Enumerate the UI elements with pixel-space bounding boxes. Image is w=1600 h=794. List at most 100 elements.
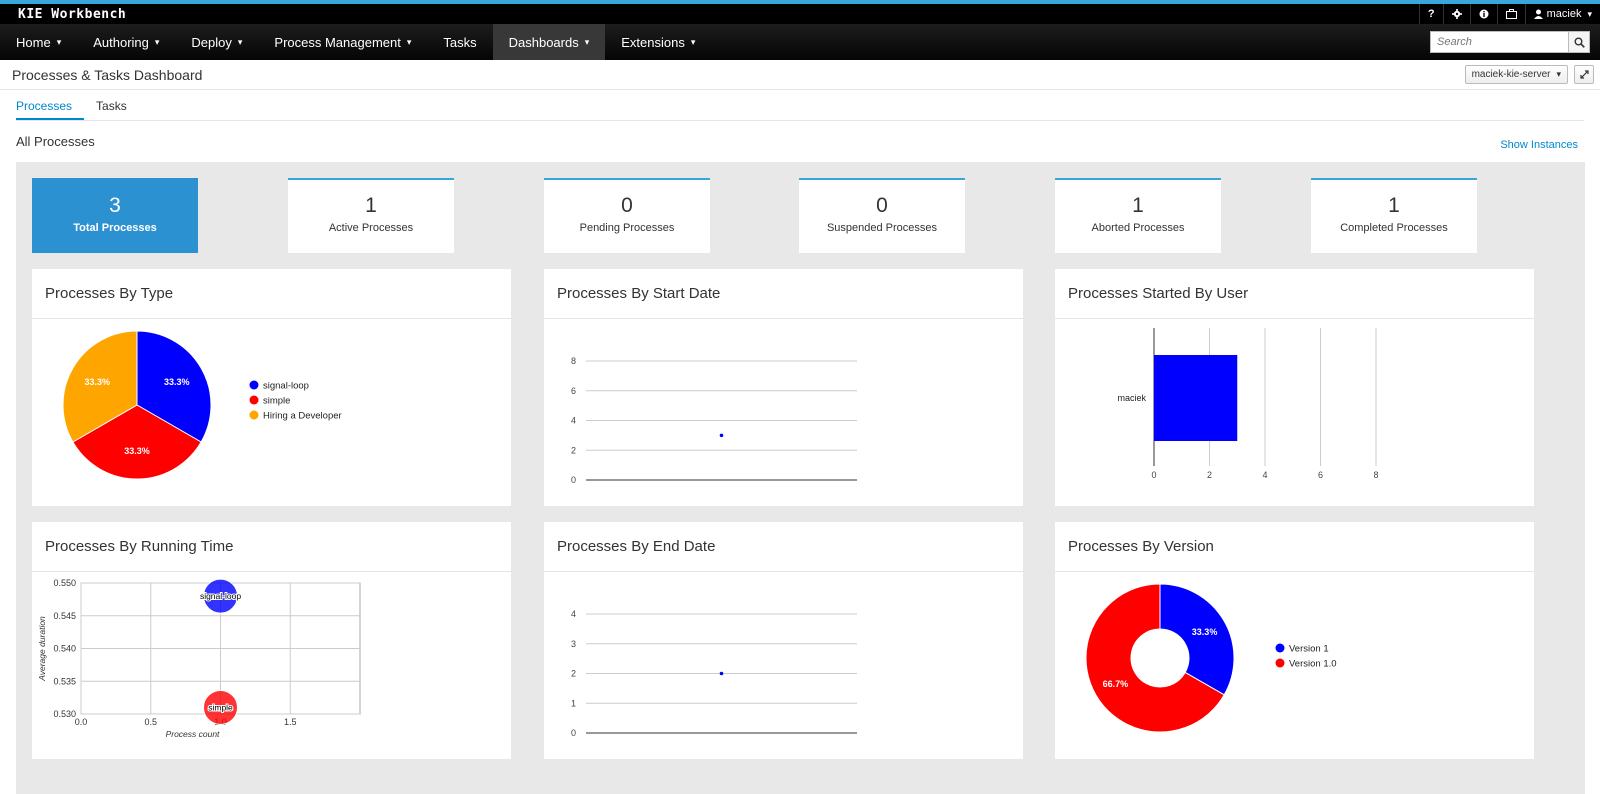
nav-item-deploy[interactable]: Deploy ▾	[175, 24, 258, 60]
summary-label: Pending Processes	[579, 222, 675, 234]
user-icon	[1533, 9, 1543, 19]
tick-label: 6	[1318, 470, 1323, 480]
page-title: Processes & Tasks Dashboard	[12, 66, 203, 83]
summary-value: 1	[1388, 194, 1400, 217]
tick-label: 0.5	[144, 717, 157, 727]
chevron-down-icon: ▾	[584, 36, 590, 47]
expand-button[interactable]	[1574, 65, 1594, 84]
nav-item-label: Home	[16, 34, 51, 50]
utility-menu: ? maciek ▾	[1418, 4, 1600, 24]
tab-tasks[interactable]: Tasks	[96, 99, 139, 120]
tick-label: 4	[571, 609, 576, 619]
server-selector-label: maciek-kie-server	[1471, 69, 1551, 80]
chevron-down-icon: ▾	[406, 36, 412, 47]
nav-item-label: Authoring	[93, 34, 149, 50]
chevron-down-icon: ▾	[154, 36, 160, 47]
summary-value: 0	[876, 194, 888, 217]
section-header: All Processes Show Instances	[0, 121, 1600, 155]
legend-label: simple	[263, 396, 290, 407]
nav-item-home[interactable]: Home ▾	[0, 24, 77, 60]
data-label: 66.7%	[1103, 679, 1129, 689]
settings-icon[interactable]	[1442, 4, 1470, 24]
tick-label: 8	[571, 356, 576, 366]
summary-card-active[interactable]: 1 Active Processes	[288, 178, 454, 253]
tick-label: 0.530	[53, 709, 76, 719]
summary-card-suspended[interactable]: 0 Suspended Processes	[799, 178, 965, 253]
chevron-down-icon: ▾	[690, 36, 696, 47]
summary-card-aborted[interactable]: 1 Aborted Processes	[1055, 178, 1221, 253]
nav-item-label: Deploy	[191, 34, 232, 50]
chart-title: Processes By Start Date	[544, 269, 1023, 319]
pie-slice	[1159, 583, 1235, 696]
chevron-down-icon: ▾	[1587, 8, 1592, 19]
dashboard-panel: 3 Total Processes 1 Active Processes 0 P…	[16, 162, 1585, 794]
tab-processes[interactable]: Processes	[16, 99, 85, 120]
category-label: maciek	[1117, 393, 1146, 403]
server-selector[interactable]: maciek-kie-server ▾	[1464, 65, 1568, 84]
tick-label: 2	[571, 445, 576, 455]
tick-label: 4	[571, 416, 576, 426]
bubble-label: simple	[208, 702, 233, 712]
chevron-down-icon: ▾	[56, 36, 62, 47]
nav-item-dashboards[interactable]: Dashboards ▾	[492, 24, 606, 60]
summary-value: 3	[109, 194, 121, 217]
tick-label: 0.545	[53, 611, 76, 621]
nav-item-label: Tasks	[443, 34, 477, 50]
data-label: 33.3%	[164, 377, 190, 387]
bubble-chart: 0.00.51.01.50.5300.5350.5400.5450.550Pro…	[37, 578, 361, 739]
nav-item-label: Extensions	[621, 34, 685, 50]
info-icon[interactable]	[1469, 4, 1497, 24]
legend-label: signal-loop	[263, 381, 309, 392]
bubble-label: signal-loop	[200, 591, 241, 601]
chart-processes-by-start-date: Processes By Start Date 0 2 4 6 8	[544, 269, 1023, 506]
summary-value: 0	[621, 194, 633, 217]
tick-label: 0.540	[53, 644, 76, 654]
tick-label: 0	[571, 475, 576, 485]
tick-label: 6	[571, 386, 576, 396]
summary-card-pending[interactable]: 0 Pending Processes	[544, 178, 710, 253]
tick-label: 3	[571, 639, 576, 649]
summary-card-total[interactable]: 3 Total Processes	[32, 178, 198, 253]
briefcase-icon[interactable]	[1496, 4, 1525, 24]
bar-chart: 0 2 4 6 8 maciek	[1117, 328, 1379, 480]
summary-label: Active Processes	[328, 222, 414, 234]
tick-label: 0	[571, 728, 576, 738]
y-axis-label: Average duration	[37, 616, 47, 682]
chart-title: Processes By Type	[32, 269, 511, 319]
search-input[interactable]	[1430, 31, 1568, 53]
brand-logo: KIE Workbench	[18, 6, 127, 22]
donut-chart: 33.3% Version 1 66.7% Version 1.0	[1085, 583, 1337, 733]
legend-label: Version 1	[1289, 644, 1329, 655]
nav-item-tasks[interactable]: Tasks	[427, 24, 492, 60]
data-label: 33.3%	[85, 377, 111, 387]
tick-label: 2	[571, 669, 576, 679]
nav-item-extensions[interactable]: Extensions ▾	[605, 24, 711, 60]
scatter-chart: 0 1 2 3 4	[571, 609, 857, 738]
expand-icon	[1579, 70, 1589, 79]
chart-title: Processes By Version	[1055, 522, 1534, 572]
summary-label: Completed Processes	[1340, 222, 1448, 234]
nav-items: Home ▾ Authoring ▾ Deploy ▾ Process Management…	[0, 24, 711, 60]
legend-label: Hiring a Developer	[263, 411, 342, 422]
chart-processes-started-by-user: Processes Started By User 0 2 4 6 8 maciek	[1055, 269, 1534, 506]
tick-label: 0.0	[75, 717, 88, 727]
chevron-down-icon: ▾	[237, 36, 243, 47]
summary-value: 1	[365, 194, 377, 217]
x-axis-label: Process count	[166, 729, 220, 739]
tick-label: 1	[571, 698, 576, 708]
main-nav: Home ▾ Authoring ▾ Deploy ▾ Process Management…	[0, 24, 1600, 60]
help-icon[interactable]: ?	[1418, 4, 1443, 24]
user-menu[interactable]: maciek ▾	[1524, 4, 1600, 24]
user-name: maciek	[1546, 8, 1582, 20]
nav-item-process-management[interactable]: Process Management ▾	[258, 24, 427, 60]
summary-card-completed[interactable]: 1 Completed Processes	[1311, 178, 1477, 253]
summary-label: Aborted Processes	[1091, 222, 1185, 234]
scatter-chart: 0 2 4 6 8	[571, 356, 857, 485]
search-box	[1430, 24, 1600, 60]
show-instances-link[interactable]: Show Instances	[1500, 139, 1578, 155]
search-button[interactable]	[1568, 31, 1590, 53]
chart-processes-by-end-date: Processes By End Date 0 1 2 3 4	[544, 522, 1023, 759]
nav-item-authoring[interactable]: Authoring ▾	[77, 24, 175, 60]
data-label: 33.3%	[1192, 627, 1218, 637]
legend-marker	[249, 380, 259, 390]
